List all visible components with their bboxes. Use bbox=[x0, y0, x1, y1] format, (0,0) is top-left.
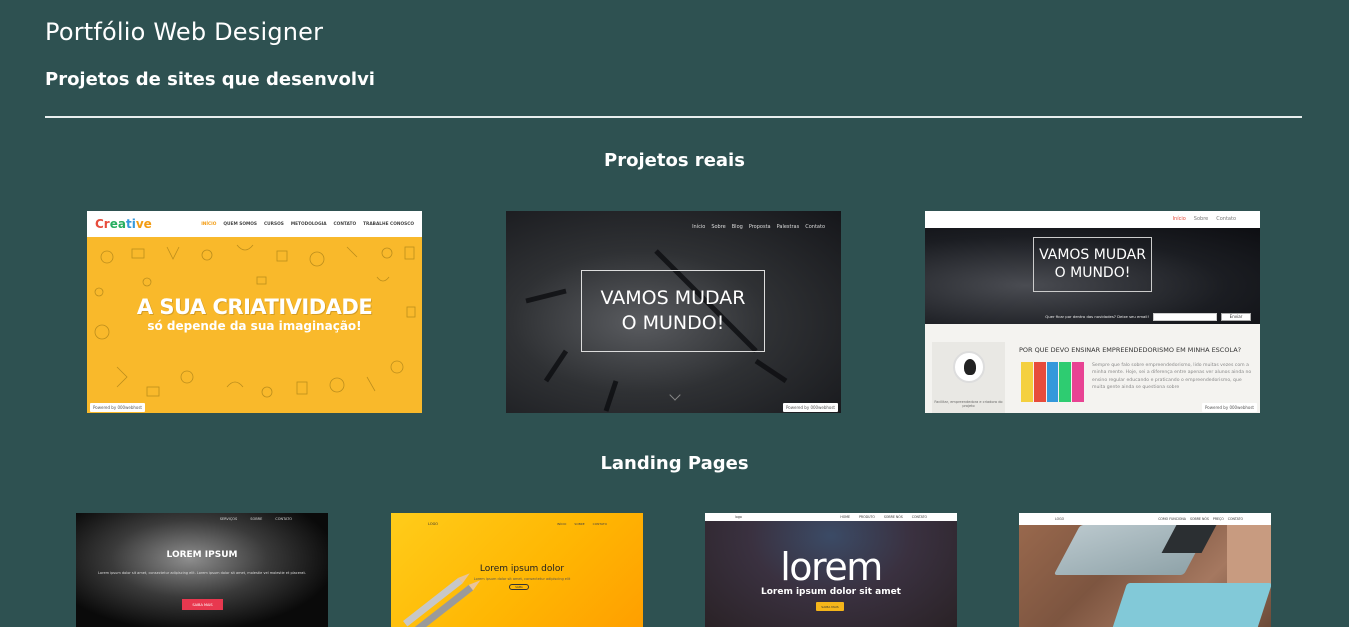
newsletter-bar: Quer ficar por dentro das novidades? Dei… bbox=[925, 309, 1260, 324]
thumb-nav-link: Blog bbox=[731, 224, 743, 230]
hero-line-1: VAMOS MUDAR bbox=[1039, 247, 1146, 263]
article-title: POR QUE DEVO ENSINAR EMPREENDEDORISMO EM… bbox=[1019, 346, 1242, 354]
thumb-nav-link: METODOLOGIA bbox=[290, 221, 327, 227]
thumb-nav-links: Início Sobre Blog Proposta Palestras Con… bbox=[692, 224, 825, 230]
hero-box: VAMOS MUDAR O MUNDO! bbox=[1033, 237, 1152, 292]
project-thumbnail-creative[interactable]: Creative INÍCIO QUEM SOMOS CURSOS METODO… bbox=[87, 211, 422, 413]
landing-text: Lorem ipsum dolor sit amet, consectetur … bbox=[473, 577, 571, 581]
landing-subtitle: Lorem ipsum dolor sit amet bbox=[761, 587, 901, 597]
newsletter-text: Quer ficar por dentro das novidades? Dei… bbox=[1045, 314, 1149, 319]
landing-title: lorem bbox=[780, 545, 883, 589]
author-text: Facilitar, empreendedora e criadora do p… bbox=[934, 400, 1003, 408]
book-illustration bbox=[1227, 525, 1271, 585]
thumb-nav-link: CONTATO bbox=[911, 515, 927, 519]
landing-text: Lorem ipsum dolor sit amet, consectetur … bbox=[98, 571, 306, 575]
landing-thumbnail-1[interactable]: SERVIÇOS SOBRE CONTATO LOREM IPSUM Lorem… bbox=[76, 513, 328, 627]
project-thumbnail-empreendedorismo[interactable]: Início Sobre Contato VAMOS MUDAR O MUNDO… bbox=[925, 211, 1260, 413]
landing-button: SAIBA bbox=[509, 584, 529, 590]
thumb-nav-link: CONTATO bbox=[275, 517, 292, 521]
thumb-nav-link: CURSOS bbox=[264, 221, 284, 227]
landing-thumbnail-4[interactable]: LOGO COMO FUNCIONA SOBRE NÓS PREÇO CONTA… bbox=[1019, 513, 1271, 627]
header-divider bbox=[45, 116, 1302, 118]
thumb-nav-link: Sobre bbox=[711, 224, 726, 230]
thumb-nav-link: CONTATO bbox=[333, 221, 357, 227]
thumb-nav-links: SERVIÇOS SOBRE CONTATO bbox=[220, 517, 292, 521]
thumb-nav-link: SOBRE NÓS bbox=[1190, 517, 1209, 521]
thumb-nav-link: SOBRE bbox=[574, 522, 585, 526]
thumb-nav-link: PRODUTO bbox=[859, 515, 875, 519]
thumb-nav-link: QUEM SOMOS bbox=[223, 221, 258, 227]
hero-line-2: O MUNDO! bbox=[621, 312, 725, 334]
thumb-nav-link: COMO FUNCIONA bbox=[1158, 517, 1186, 521]
thumb-nav-link: Palestras bbox=[776, 224, 800, 230]
powered-badge: Powered by 000webhost bbox=[90, 403, 145, 412]
thumb-nav-link: INÍCIO bbox=[201, 221, 217, 227]
thumb-nav-link: Contato bbox=[1216, 216, 1236, 222]
thumb-nav-link: CONTATO bbox=[592, 522, 607, 526]
thumb-nav-link: SERVIÇOS bbox=[219, 517, 238, 521]
powered-badge: Powered by 000webhost bbox=[1202, 403, 1257, 412]
thumb-nav-link: SOBRE bbox=[250, 517, 263, 521]
newsletter-input bbox=[1153, 312, 1217, 321]
thumb-nav-links: HOME PRODUTO SOBRE NÓS CONTATO bbox=[840, 515, 927, 519]
thumb-nav-link: Sobre bbox=[1193, 216, 1209, 222]
landing-thumbnail-3[interactable]: logo HOME PRODUTO SOBRE NÓS CONTATO lore… bbox=[705, 513, 957, 627]
section-title-real-projects: Projetos reais bbox=[604, 150, 745, 171]
hero-box: VAMOS MUDAR O MUNDO! bbox=[581, 270, 765, 352]
landing-logo: LOGO bbox=[1055, 517, 1065, 521]
page-subtitle: Projetos de sites que desenvolvi bbox=[45, 69, 375, 90]
newsletter-button: Enviar bbox=[1221, 312, 1251, 321]
project-thumbnail-vamos-mudar[interactable]: Início Sobre Blog Proposta Palestras Con… bbox=[506, 211, 841, 413]
thumb-nav: logo HOME PRODUTO SOBRE NÓS CONTATO bbox=[705, 513, 957, 521]
thumb-headline: A SUA CRIATIVIDADE bbox=[136, 295, 373, 319]
article-image bbox=[1021, 362, 1084, 402]
creative-logo: Creative bbox=[95, 217, 152, 231]
hero-line-1: VAMOS MUDAR bbox=[600, 287, 746, 310]
thumb-nav-links: INÍCIO SOBRE CONTATO bbox=[557, 522, 607, 526]
section-title-landing-pages: Landing Pages bbox=[600, 453, 749, 474]
thumb-nav: Creative INÍCIO QUEM SOMOS CURSOS METODO… bbox=[87, 211, 422, 237]
powered-badge: Powered by 000webhost bbox=[783, 403, 838, 412]
landing-title: Lorem ipsum dolor bbox=[479, 564, 565, 574]
hero-line-2: O MUNDO! bbox=[1054, 264, 1131, 281]
thumb-nav-links: INÍCIO QUEM SOMOS CURSOS METODOLOGIA CON… bbox=[201, 222, 414, 227]
thumb-nav-link: Proposta bbox=[748, 224, 771, 230]
page-title: Portfólio Web Designer bbox=[45, 18, 324, 46]
thumb-nav-link: HOME bbox=[840, 515, 850, 519]
thumb-nav-link: CONTATO bbox=[1227, 517, 1243, 521]
landing-logo: logo bbox=[735, 515, 742, 519]
landing-logo: LOGO bbox=[428, 522, 439, 526]
avatar bbox=[953, 351, 985, 383]
article-text: Sempre que falo sobre empreendedorismo, … bbox=[1092, 363, 1252, 391]
landing-button: SAIBA MAIS bbox=[816, 602, 844, 611]
thumb-nav-link: Início bbox=[1172, 216, 1186, 222]
landing-thumbnail-2[interactable]: LOGO INÍCIO SOBRE CONTATO Lorem ipsum do… bbox=[391, 513, 643, 627]
thumb-nav: Início Sobre Contato bbox=[925, 211, 1260, 228]
thumb-nav: LOGO COMO FUNCIONA SOBRE NÓS PREÇO CONTA… bbox=[1019, 513, 1271, 525]
thumb-nav-link: Início bbox=[692, 224, 706, 230]
thumb-nav-link: INÍCIO bbox=[557, 522, 567, 526]
landing-title: LOREM IPSUM bbox=[166, 550, 238, 560]
landing-button: SAIBA MAIS bbox=[182, 599, 223, 610]
thumb-nav-link: Contato bbox=[805, 224, 825, 230]
thumb-nav-links: COMO FUNCIONA SOBRE NÓS PREÇO CONTATO bbox=[1158, 517, 1243, 521]
thumb-nav-link: SOBRE NÓS bbox=[883, 515, 903, 519]
page-header: Portfólio Web Designer Projetos de sites… bbox=[45, 18, 1302, 90]
thumb-nav-link: PREÇO bbox=[1212, 517, 1224, 521]
thumb-nav-link: TRABALHE CONOSCO bbox=[363, 221, 414, 227]
author-card: Facilitar, empreendedora e criadora do p… bbox=[932, 342, 1005, 413]
tablet-illustration bbox=[1110, 583, 1271, 627]
thumb-tagline: só depende da sua imaginação! bbox=[147, 319, 362, 333]
